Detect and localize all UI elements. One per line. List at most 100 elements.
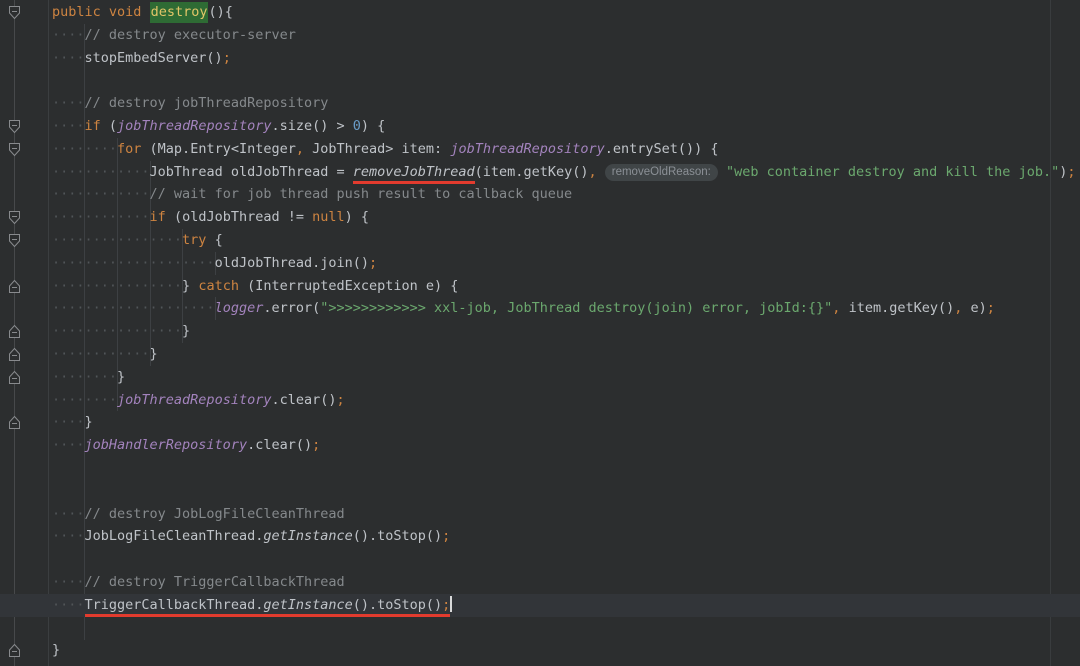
token: ">>>>>>>>>>>> xxl-job, JobThread destroy…	[320, 300, 832, 316]
code-line[interactable]: ····if (jobThreadRepository.size() > 0) …	[0, 115, 1080, 138]
gutter-cell	[0, 24, 48, 47]
token: }	[182, 323, 190, 339]
gutter-cell	[0, 434, 48, 457]
code-text: ····jobHandlerRepository.clear();	[0, 434, 1080, 457]
text-caret	[450, 596, 452, 612]
token: .clear()	[271, 392, 336, 408]
token: ················	[52, 232, 182, 248]
gutter-cell[interactable]	[0, 229, 48, 252]
code-text: ····stopEmbedServer();	[0, 47, 1080, 70]
code-line[interactable]: ····// destroy jobThreadRepository	[0, 92, 1080, 115]
token: }	[117, 369, 125, 385]
fold-end-icon	[8, 347, 21, 362]
gutter-cell[interactable]	[0, 343, 48, 366]
gutter-cell[interactable]	[0, 320, 48, 343]
token: ············	[52, 164, 150, 180]
code-text: ····// destroy JobLogFileCleanThread	[0, 503, 1080, 526]
code-line-current[interactable]: ····TriggerCallbackThread.getInstance().…	[0, 594, 1080, 617]
code-line[interactable]: ············JobThread oldJobThread = rem…	[0, 161, 1080, 184]
token: ;	[442, 528, 450, 544]
code-line[interactable]: ····// destroy executor-server	[0, 24, 1080, 47]
gutter-cell	[0, 297, 48, 320]
gutter-cell	[0, 69, 48, 92]
token: ············	[52, 346, 150, 362]
token: ················	[52, 278, 182, 294]
code-line[interactable]: }	[0, 639, 1080, 662]
gutter-cell[interactable]	[0, 275, 48, 298]
token: ,	[588, 164, 596, 180]
token: (	[101, 118, 117, 134]
code-line[interactable]: ············}	[0, 343, 1080, 366]
token: jobThreadRepository	[117, 392, 271, 408]
code-line[interactable]: public void destroy(){	[0, 1, 1080, 24]
gutter-cell	[0, 503, 48, 526]
code-line[interactable]: ········jobThreadRepository.clear();	[0, 389, 1080, 412]
code-line[interactable]: ····// destroy TriggerCallbackThread	[0, 571, 1080, 594]
code-line[interactable]: ········}	[0, 366, 1080, 389]
code-line[interactable]	[0, 548, 1080, 571]
fold-end-icon	[8, 415, 21, 430]
gutter-cell[interactable]	[0, 1, 48, 24]
code-text: ················} catch (InterruptedExce…	[0, 275, 1080, 298]
code-line[interactable]: ····················oldJobThread.join();	[0, 252, 1080, 275]
code-line[interactable]: ········for (Map.Entry<Integer, JobThrea…	[0, 138, 1080, 161]
gutter-cell	[0, 457, 48, 480]
gutter-cell	[0, 252, 48, 275]
token	[597, 164, 605, 180]
token: ;	[337, 392, 345, 408]
gutter-cell[interactable]	[0, 115, 48, 138]
code-line[interactable]: ················try {	[0, 229, 1080, 252]
code-line[interactable]: ················}	[0, 320, 1080, 343]
code-line[interactable]	[0, 480, 1080, 503]
gutter-cell[interactable]	[0, 411, 48, 434]
token: (item.getKey()	[475, 164, 589, 180]
token: if	[85, 118, 101, 134]
gutter-cell[interactable]	[0, 138, 48, 161]
token: .size() >	[271, 118, 352, 134]
code-editor[interactable]: public void destroy(){····// destroy exe…	[0, 0, 1080, 666]
token: // destroy JobLogFileCleanThread	[85, 506, 345, 522]
token: getInstance	[263, 528, 352, 544]
gutter-cell[interactable]	[0, 206, 48, 229]
code-line[interactable]: ····JobLogFileCleanThread.getInstance().…	[0, 525, 1080, 548]
code-line[interactable]: ····// destroy JobLogFileCleanThread	[0, 503, 1080, 526]
token: ····················	[52, 255, 215, 271]
token: ;	[223, 50, 231, 66]
code-line[interactable]	[0, 617, 1080, 640]
code-line[interactable]: ····}	[0, 411, 1080, 434]
token: logger	[215, 300, 264, 316]
gutter-cell	[0, 480, 48, 503]
token: for	[117, 141, 141, 157]
token: e)	[962, 300, 986, 316]
gutter-cell	[0, 92, 48, 115]
code-text: ········for (Map.Entry<Integer, JobThrea…	[0, 138, 1080, 161]
fold-end-icon	[8, 370, 21, 385]
gutter-cell	[0, 183, 48, 206]
code-line[interactable]	[0, 457, 1080, 480]
fold-end-icon	[8, 279, 21, 294]
code-line[interactable]: ····jobHandlerRepository.clear();	[0, 434, 1080, 457]
token: ····	[52, 437, 85, 453]
code-line[interactable]: ····stopEmbedServer();	[0, 47, 1080, 70]
code-line[interactable]: ············// wait for job thread push …	[0, 183, 1080, 206]
token: ····	[52, 118, 85, 134]
token: ········	[52, 141, 117, 157]
code-line[interactable]: ············if (oldJobThread != null) {	[0, 206, 1080, 229]
code-line[interactable]	[0, 69, 1080, 92]
code-text: ····// destroy executor-server	[0, 24, 1080, 47]
token: ) {	[361, 118, 385, 134]
code-line[interactable]: ················} catch (InterruptedExce…	[0, 275, 1080, 298]
gutter-cell[interactable]	[0, 639, 48, 662]
gutter-cell[interactable]	[0, 366, 48, 389]
gutter-cell	[0, 594, 48, 617]
token: .error(	[263, 300, 320, 316]
token: ;	[442, 597, 450, 617]
fold-start-icon	[8, 233, 21, 248]
token: removeJobThread	[353, 164, 475, 184]
token: null	[312, 209, 345, 225]
token: ;	[312, 437, 320, 453]
code-line[interactable]: ····················logger.error(">>>>>>…	[0, 297, 1080, 320]
token: ().toStop()	[353, 597, 442, 617]
token: ····················	[52, 300, 215, 316]
code-text: public void destroy(){	[0, 1, 1080, 24]
